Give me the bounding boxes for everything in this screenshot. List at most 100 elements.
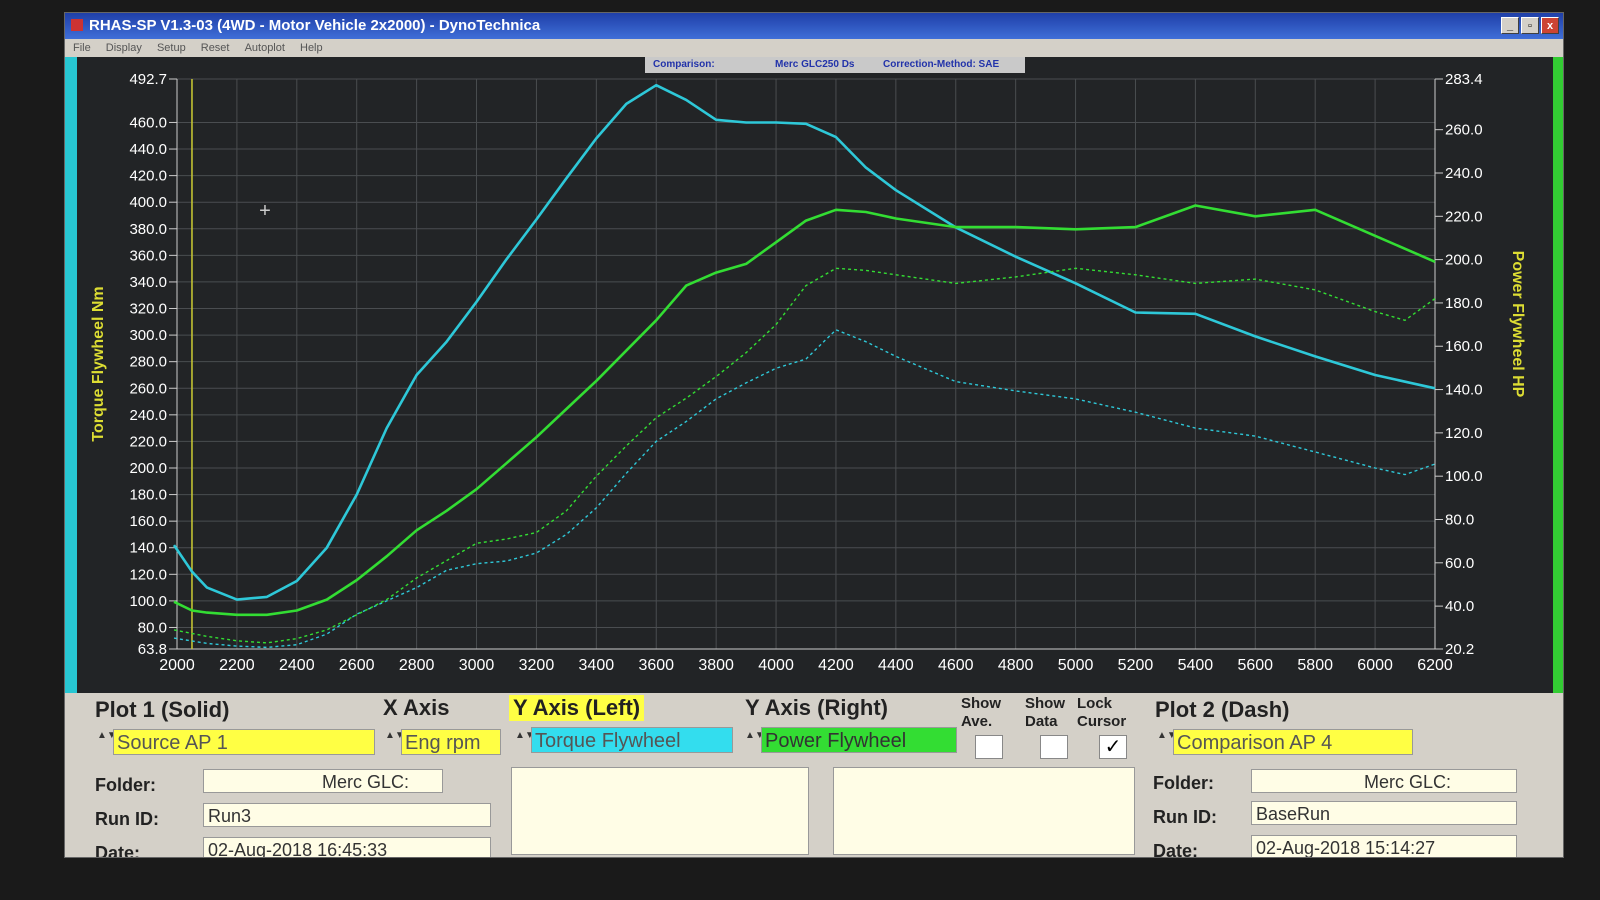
series-line xyxy=(172,83,1436,601)
dyno-chart[interactable]: 2000 2200 2400 2600 2800 3000 3200 3400 3600 3800… xyxy=(65,57,1564,693)
y-right-tick-label: 40.0 xyxy=(1445,598,1474,615)
menu-display[interactable]: Display xyxy=(106,42,142,54)
series-line xyxy=(173,329,1436,649)
y-left-tick-label: 320.0 xyxy=(129,301,167,318)
y-left-tick-label: 220.0 xyxy=(129,433,167,450)
x-tick-label: 4400 xyxy=(878,657,914,674)
plot1-runid-field[interactable]: Run3 xyxy=(203,803,491,827)
y-right-tick-label: 100.0 xyxy=(1445,468,1483,485)
plot2-date-field[interactable]: 02-Aug-2018 15:14:27 xyxy=(1251,835,1517,857)
y-left-axis-title: Torque Flywheel Nm xyxy=(90,286,107,441)
lock-cursor-checkbox[interactable]: ✓ xyxy=(1099,735,1127,759)
x-tick-label: 5800 xyxy=(1297,657,1333,674)
xaxis-select[interactable]: Eng rpm xyxy=(401,729,501,755)
comparison-value: Merc GLC250 Ds xyxy=(775,59,855,70)
plot1-folder-label: Folder: xyxy=(95,775,156,795)
x-tick-label: 6200 xyxy=(1417,657,1453,674)
window-controls: _ ▫ x xyxy=(1501,17,1559,34)
y-right-tick-label: 260.0 xyxy=(1445,122,1483,139)
plot1-header: Plot 1 (Solid) xyxy=(95,697,230,722)
x-tick-label: 4800 xyxy=(998,657,1034,674)
y-left-tick-label: 160.0 xyxy=(129,513,167,530)
app-window: RHAS-SP V1.3-03 (4WD - Motor Vehicle 2x2… xyxy=(64,12,1564,858)
yright-spinner-icon[interactable]: ▲▼ xyxy=(745,729,765,755)
plot2-runid-label: Run ID: xyxy=(1153,807,1217,827)
plot1-source-select[interactable]: Source AP 1 xyxy=(113,729,375,755)
menu-file[interactable]: File xyxy=(73,42,91,54)
y-left-tick-label: 380.0 xyxy=(129,221,167,238)
title-bar[interactable]: RHAS-SP V1.3-03 (4WD - Motor Vehicle 2x2… xyxy=(65,13,1563,39)
plot1-date-label: Date: xyxy=(95,843,141,858)
control-panel: Plot 1 (Solid) X Axis Y Axis (Left) Y Ax… xyxy=(65,693,1563,858)
y-left-tick-label: 340.0 xyxy=(129,274,167,291)
x-tick-label: 3200 xyxy=(519,657,555,674)
yleft-header: Y Axis (Left) xyxy=(509,695,645,721)
x-tick-label: 3600 xyxy=(638,657,674,674)
y-left-tick-label: 120.0 xyxy=(129,566,167,583)
notes-panel-right xyxy=(833,767,1135,855)
x-tick-label: 2200 xyxy=(219,657,255,674)
series-line xyxy=(173,204,1436,617)
plot2-source-select[interactable]: Comparison AP 4 xyxy=(1173,729,1413,755)
plot1-folder-field[interactable]: Merc GLC: xyxy=(203,769,443,793)
window-title: RHAS-SP V1.3-03 (4WD - Motor Vehicle 2x2… xyxy=(89,17,541,34)
x-tick-label: 4000 xyxy=(758,657,794,674)
y-right-tick-label: 140.0 xyxy=(1445,382,1483,399)
menu-setup[interactable]: Setup xyxy=(157,42,186,54)
close-button[interactable]: x xyxy=(1541,17,1559,34)
plot2-folder-field[interactable]: Merc GLC: xyxy=(1251,769,1517,793)
show-ave-checkbox[interactable] xyxy=(975,735,1003,759)
x-tick-label: 5000 xyxy=(1058,657,1094,674)
menu-help[interactable]: Help xyxy=(300,42,323,54)
x-tick-label: 2800 xyxy=(399,657,435,674)
y-right-tick-label: 240.0 xyxy=(1445,165,1483,182)
lock-cursor-header: Lock Cursor xyxy=(1077,695,1127,730)
plot-area[interactable]: 2000 2200 2400 2600 2800 3000 3200 3400 3600 3800… xyxy=(65,57,1564,693)
x-tick-label: 5200 xyxy=(1118,657,1154,674)
app-icon xyxy=(71,19,83,31)
plot2-header: Plot 2 (Dash) xyxy=(1155,697,1290,722)
y-left-tick-label: 400.0 xyxy=(129,194,167,211)
x-tick-label: 3800 xyxy=(698,657,734,674)
series-line xyxy=(173,267,1436,644)
yleft-spinner-icon[interactable]: ▲▼ xyxy=(515,729,535,755)
notes-panel-left xyxy=(511,767,809,855)
x-tick-label: 3400 xyxy=(579,657,615,674)
x-tick-label: 2000 xyxy=(159,657,195,674)
menu-reset[interactable]: Reset xyxy=(201,42,230,54)
y-left-tick-label: 280.0 xyxy=(129,354,167,371)
y-left-tick-label: 360.0 xyxy=(129,247,167,264)
x-tick-label: 2400 xyxy=(279,657,315,674)
x-tick-label: 2600 xyxy=(339,657,375,674)
xaxis-header: X Axis xyxy=(383,695,450,720)
plot2-runid-field[interactable]: BaseRun xyxy=(1251,801,1517,825)
y-left-tick-label: 180.0 xyxy=(129,487,167,504)
y-right-tick-label: 200.0 xyxy=(1445,252,1483,269)
plot1-spinner-icon[interactable]: ▲▼ xyxy=(97,729,117,755)
maximize-button[interactable]: ▫ xyxy=(1521,17,1539,34)
y-left-tick-label: 240.0 xyxy=(129,407,167,424)
crosshair-icon: + xyxy=(259,200,271,222)
right-axis-color-strip xyxy=(1553,57,1563,693)
show-data-checkbox[interactable] xyxy=(1040,735,1068,759)
yright-select[interactable]: Power Flywheel xyxy=(761,727,957,753)
y-left-tick-label: 460.0 xyxy=(129,114,167,131)
x-tick-label: 4600 xyxy=(938,657,974,674)
y-right-axis-title: Power Flywheel HP xyxy=(1509,251,1526,398)
yright-header: Y Axis (Right) xyxy=(745,695,889,720)
xaxis-spinner-icon[interactable]: ▲▼ xyxy=(385,729,405,755)
plot2-date-label: Date: xyxy=(1153,841,1199,858)
yleft-select[interactable]: Torque Flywheel xyxy=(531,727,733,753)
y-left-tick-label: 140.0 xyxy=(129,540,167,557)
menu-bar: File Display Setup Reset Autoplot Help xyxy=(65,39,1563,57)
y-left-tick-label: 200.0 xyxy=(129,460,167,477)
plot2-spinner-icon[interactable]: ▲▼ xyxy=(1157,729,1177,755)
menu-autoplot[interactable]: Autoplot xyxy=(245,42,285,54)
plot1-date-field[interactable]: 02-Aug-2018 16:45:33 xyxy=(203,837,491,857)
minimize-button[interactable]: _ xyxy=(1501,17,1519,34)
y-right-tick-label: 283.4 xyxy=(1445,71,1483,88)
y-left-tick-label: 420.0 xyxy=(129,168,167,185)
show-ave-header: Show Ave. xyxy=(961,695,1001,730)
x-tick-label: 3000 xyxy=(459,657,495,674)
y-right-tick-label: 20.2 xyxy=(1445,641,1474,658)
